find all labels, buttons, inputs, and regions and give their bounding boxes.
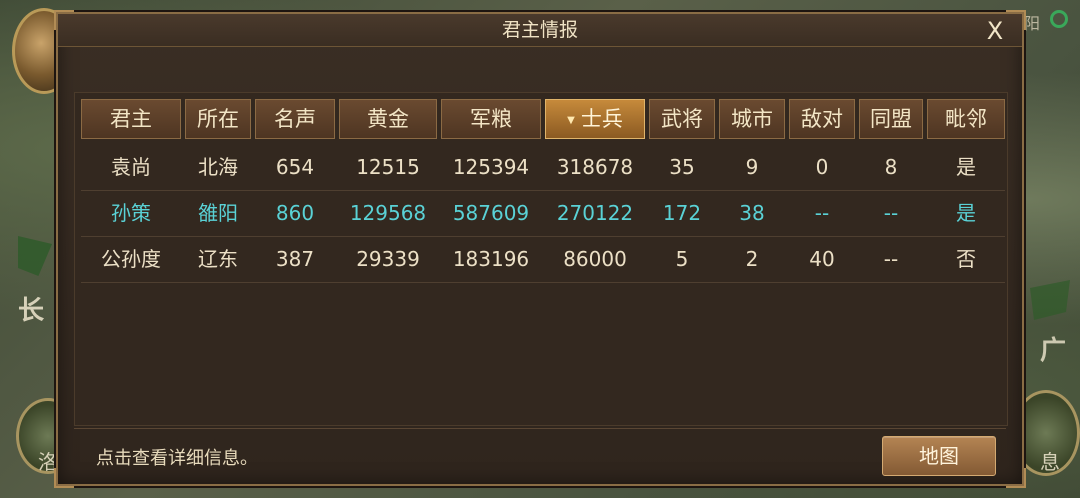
- dialog-title-bar: 君主情报: [58, 14, 1022, 47]
- header-generals[interactable]: 武将: [649, 99, 715, 139]
- table-row[interactable]: 孙策 雒阳 860 129568 587609 270122 172 38 -- -- 是: [81, 191, 1005, 237]
- header-label: 武将: [661, 107, 703, 131]
- header-label: 所在: [197, 107, 239, 131]
- header-fame[interactable]: 名声: [255, 99, 335, 139]
- corner-ornament: [54, 468, 74, 488]
- header-alliance[interactable]: 同盟: [859, 99, 923, 139]
- header-label: 毗邻: [945, 107, 987, 131]
- map-button-label: 息: [1040, 450, 1060, 474]
- header-location[interactable]: 所在: [185, 99, 251, 139]
- cell-soldiers: 86000: [563, 247, 627, 271]
- cell-adjacent: 是: [956, 155, 976, 179]
- header-label: 敌对: [801, 107, 843, 131]
- map-flag-icon: [1030, 280, 1070, 320]
- header-label: 同盟: [870, 107, 912, 131]
- header-label: 黄金: [367, 107, 409, 131]
- cell-fame: 654: [275, 155, 315, 179]
- table-row[interactable]: 公孙度 辽东 387 29339 183196 86000 5 2 40 -- 否: [81, 237, 1005, 283]
- cell-fame: 860: [275, 201, 315, 225]
- cell-hostile: 40: [809, 247, 835, 271]
- header-ruler[interactable]: 君主: [81, 99, 181, 139]
- header-cities[interactable]: 城市: [719, 99, 785, 139]
- cell-ruler: 公孙度: [101, 247, 161, 271]
- cell-grain: 183196: [452, 247, 530, 271]
- table-row[interactable]: 袁尚 北海 654 12515 125394 318678 35 9 0 8 是: [81, 145, 1005, 191]
- divider: [74, 428, 1006, 429]
- header-grain[interactable]: 军粮: [441, 99, 541, 139]
- dialog-title: 君主情报: [501, 19, 578, 41]
- cell-soldiers: 270122: [556, 201, 634, 225]
- cell-cities: 38: [739, 201, 765, 225]
- header-label: 名声: [274, 107, 316, 131]
- cell-adjacent: 是: [956, 201, 976, 225]
- cell-alliance: --: [883, 201, 899, 225]
- map-city-label: 阳: [1024, 14, 1041, 33]
- cell-gold: 129568: [349, 201, 427, 225]
- map-city-label: 广: [1040, 336, 1067, 366]
- header-hostile[interactable]: 敌对: [789, 99, 855, 139]
- cell-fame: 387: [275, 247, 315, 271]
- header-soldiers[interactable]: ▼ 士兵: [545, 99, 645, 139]
- cell-alliance: 8: [884, 155, 898, 179]
- cell-generals: 35: [669, 155, 695, 179]
- cell-adjacent: 否: [956, 247, 976, 271]
- cell-gold: 12515: [356, 155, 420, 179]
- cell-ruler: 孙策: [111, 201, 151, 225]
- map-flag-icon: [18, 236, 52, 276]
- header-adjacent[interactable]: 毗邻: [927, 99, 1005, 139]
- cell-soldiers: 318678: [556, 155, 634, 179]
- table-header: 君主 所在 名声 黄金 军粮 ▼ 士兵 武将 城市 敌对 同盟 毗邻: [81, 99, 1005, 139]
- cell-hostile: 0: [815, 155, 829, 179]
- ruler-table: 君主 所在 名声 黄金 军粮 ▼ 士兵 武将 城市 敌对 同盟 毗邻 袁尚 北海 654 12515 1253…: [74, 92, 1008, 426]
- cell-gold: 29339: [356, 247, 420, 271]
- header-label: 士兵: [580, 107, 623, 131]
- cell-grain: 125394: [452, 155, 530, 179]
- cell-grain: 587609: [452, 201, 530, 225]
- close-icon[interactable]: X: [980, 18, 1010, 44]
- cell-generals: 5: [675, 247, 689, 271]
- map-button[interactable]: 地图: [882, 436, 996, 476]
- cell-alliance: --: [883, 247, 899, 271]
- signal-icon: [1050, 10, 1068, 28]
- cell-generals: 172: [662, 201, 702, 225]
- header-gold[interactable]: 黄金: [339, 99, 437, 139]
- header-label: 军粮: [470, 107, 512, 131]
- ruler-info-dialog: 君主情报 X 君主 所在 名声 黄金 军粮 ▼ 士兵 武将 城市 敌对 同盟 毗邻 袁尚 北海 654 12…: [54, 10, 1026, 488]
- header-label: 君主: [110, 107, 152, 131]
- cell-location: 雒阳: [198, 201, 238, 225]
- sort-down-icon: ▼: [567, 115, 575, 126]
- cell-cities: 2: [745, 247, 759, 271]
- map-city-label: 长: [18, 296, 45, 326]
- corner-ornament: [1006, 468, 1026, 488]
- cell-location: 辽东: [198, 247, 238, 271]
- cell-hostile: --: [814, 201, 830, 225]
- hint-text: 点击查看详细信息。: [96, 448, 258, 469]
- cell-cities: 9: [745, 155, 759, 179]
- cell-location: 北海: [198, 155, 238, 179]
- header-label: 城市: [731, 107, 773, 131]
- cell-ruler: 袁尚: [111, 155, 151, 179]
